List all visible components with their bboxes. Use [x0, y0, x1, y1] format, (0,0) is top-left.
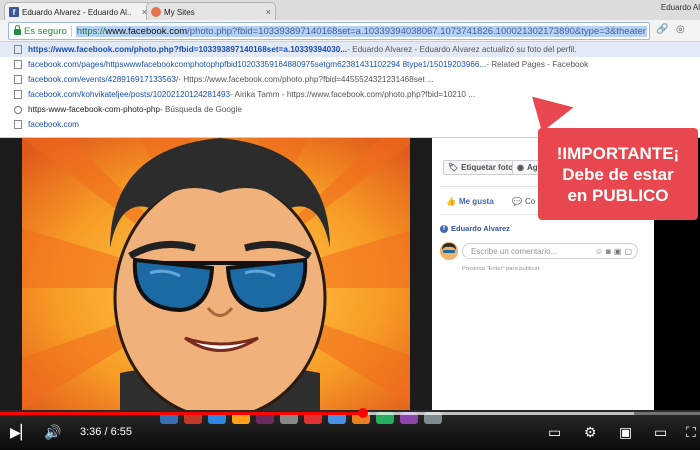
- browser-tab-bar: f Eduardo Alvarez - Eduardo Al.. × My Si…: [0, 0, 700, 21]
- comment-placeholder: Escribe un comentario...: [471, 246, 558, 256]
- next-icon[interactable]: ▶▏: [10, 424, 32, 441]
- important-callout: !IMPORTANTE¡ Debe de estar en PUBLICO: [538, 128, 698, 220]
- captions-icon[interactable]: ▭: [548, 424, 561, 441]
- comment-icon: 💬: [512, 197, 522, 206]
- url-input[interactable]: Es seguro https://www.facebook.com/photo…: [8, 22, 650, 40]
- uploader-label: Eduardo Alvarez: [451, 224, 510, 233]
- tag-photo-label: Etiquetar foto: [461, 163, 514, 172]
- tab-label: Eduardo Alvarez - Eduardo Al..: [22, 7, 132, 17]
- page-icon: [14, 60, 22, 69]
- like-button[interactable]: 👍 Me gusta: [446, 197, 494, 206]
- bitmoji-avatar-image: [0, 138, 432, 410]
- wordpress-favicon-icon: [151, 7, 161, 17]
- settings-gear-icon[interactable]: ⚙: [584, 424, 597, 441]
- url-protocol: https://: [76, 25, 106, 37]
- progress-played: [0, 412, 364, 415]
- comment-button[interactable]: 💬 Co: [512, 197, 535, 206]
- facebook-icon: f: [440, 224, 448, 233]
- suggestion-link: https-www-facebook-com-photo-php: [28, 105, 160, 114]
- autocomplete-dropdown: https://www.facebook.com/photo.php?fbid=…: [0, 42, 700, 138]
- callout-line-3: en PUBLICO: [567, 185, 669, 205]
- divider: [70, 25, 72, 37]
- suggestion-description: - Airika Tamm - https://www.facebook.com…: [230, 90, 476, 99]
- extension-icon[interactable]: ◎: [676, 24, 685, 35]
- lock-icon: [14, 25, 21, 35]
- profile-photo[interactable]: [0, 138, 432, 410]
- callout-line-2: Debe de estar: [562, 164, 674, 184]
- comment-hint: Presiona "Enter" para publicar.: [462, 266, 541, 272]
- like-label: Me gusta: [458, 197, 494, 206]
- time-display: 3:36 / 6:55: [80, 426, 132, 438]
- url-path: /photo.php?fbid=103393897140168set=a.103…: [187, 25, 646, 37]
- suggestion-description: - Https://www.facebook.com/photo.php?fbi…: [178, 75, 434, 84]
- sticker-icon[interactable]: ▢: [624, 247, 632, 256]
- suggestion-link: facebook.com/pages/httpswwwfacebookcomph…: [28, 60, 487, 69]
- fullscreen-icon[interactable]: ⛶: [686, 424, 696, 441]
- suggestion-link: facebook.com/events/428916917133563/: [28, 75, 179, 84]
- volume-icon[interactable]: 🔊: [44, 424, 61, 441]
- suggestion-description: - Eduardo Alvarez - Eduardo Alvarez actu…: [347, 45, 577, 54]
- suggestion-description: - Related Pages - Facebook: [486, 60, 589, 69]
- page-icon: [14, 90, 22, 99]
- secure-label: Es seguro: [24, 25, 67, 37]
- miniplayer-icon[interactable]: ▣: [619, 424, 632, 441]
- close-icon[interactable]: ×: [266, 7, 271, 17]
- suggestion-item[interactable]: facebook.com/events/428916917133563/ - H…: [0, 72, 700, 87]
- address-bar: Es seguro https://www.facebook.com/photo…: [0, 20, 700, 42]
- search-icon: [14, 105, 22, 114]
- avatar[interactable]: [440, 242, 458, 260]
- page-icon: [14, 75, 22, 84]
- comment-input[interactable]: Escribe un comentario... ☺ ◙ ▣ ▢: [462, 243, 638, 259]
- camera-icon[interactable]: ◙: [606, 247, 611, 256]
- uploader-name[interactable]: f Eduardo Alvarez: [440, 224, 510, 233]
- tab-my-sites[interactable]: My Sites ×: [146, 2, 276, 21]
- page-icon: [14, 45, 22, 54]
- callout-line-1: !IMPORTANTE¡: [556, 143, 680, 163]
- tab-facebook[interactable]: f Eduardo Alvarez - Eduardo Al.. ×: [4, 2, 152, 21]
- emoji-icon[interactable]: ☺: [595, 247, 603, 256]
- url-text[interactable]: https://www.facebook.com/photo.php?fbid=…: [75, 25, 647, 37]
- tab-label: My Sites: [164, 7, 195, 17]
- add-location-label: Ag: [526, 163, 538, 172]
- facebook-favicon-icon: f: [9, 7, 19, 17]
- thumbs-up-icon: 👍: [446, 197, 456, 206]
- gif-icon[interactable]: ▣: [614, 247, 622, 256]
- tag-photo-button[interactable]: 🏷 Etiquetar foto: [443, 160, 519, 175]
- avatar-image: [440, 242, 458, 260]
- suggestion-link: https://www.facebook.com/photo.php?fbid=…: [28, 45, 348, 54]
- page-icon: [14, 120, 22, 129]
- comment-label: Co: [524, 197, 536, 206]
- suggestion-item[interactable]: https://www.facebook.com/photo.php?fbid=…: [0, 42, 700, 57]
- theater-mode-icon[interactable]: ▭: [654, 424, 667, 441]
- suggestion-link: facebook.com: [28, 120, 79, 129]
- url-domain: www.facebook.com: [105, 25, 188, 37]
- suggestion-description: - Búsqueda de Google: [159, 105, 242, 114]
- suggestion-link: facebook.com/kohvikateljee/posts/1020212…: [28, 90, 231, 99]
- suggestion-item[interactable]: facebook.com/kohvikateljee/posts/1020212…: [0, 87, 700, 102]
- location-icon: ◉: [517, 163, 524, 172]
- profile-name[interactable]: Eduardo Al: [661, 3, 700, 12]
- suggestion-item[interactable]: https-www-facebook-com-photo-php - Búsqu…: [0, 102, 700, 117]
- tag-icon: 🏷: [448, 163, 459, 172]
- extension-link-icon[interactable]: 🔗: [656, 24, 668, 35]
- suggestion-item[interactable]: facebook.com/pages/httpswwwfacebookcomph…: [0, 57, 700, 72]
